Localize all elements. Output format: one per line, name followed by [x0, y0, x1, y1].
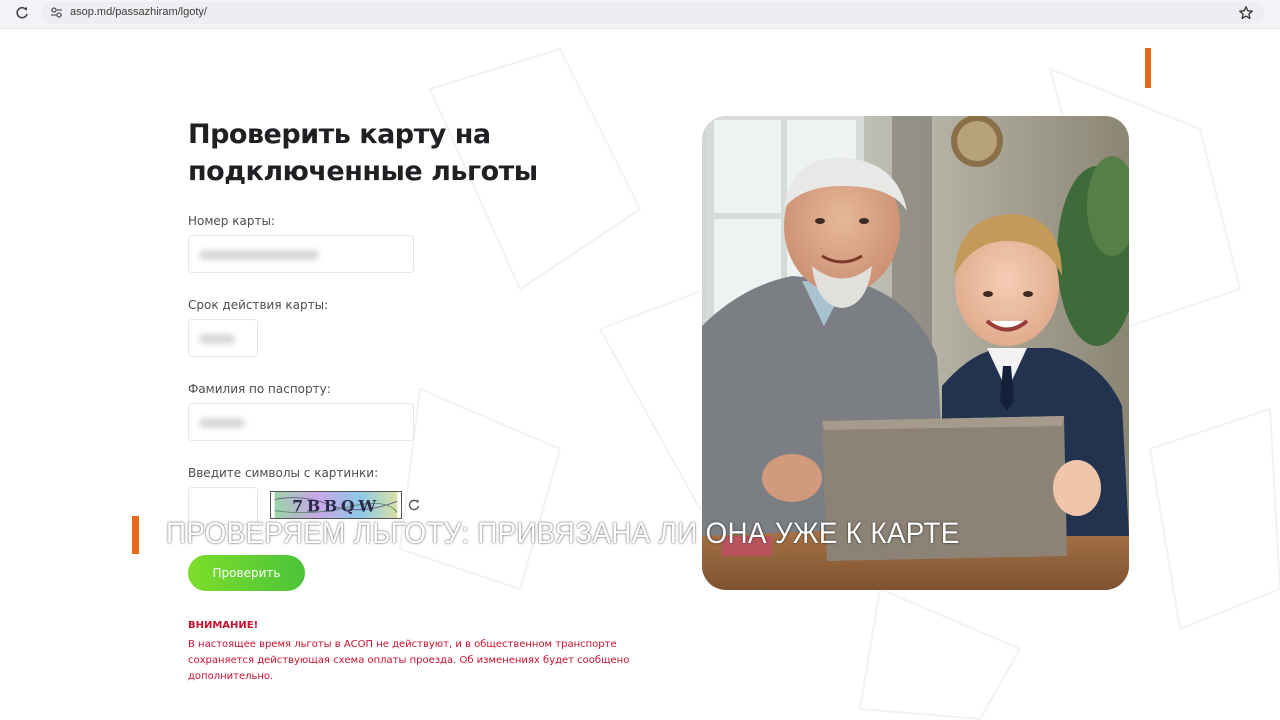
card-number-input[interactable]: [188, 235, 414, 273]
warning-text: В настоящее время льготы в АСОП не дейст…: [188, 639, 630, 682]
captcha-text: 7BBQW: [292, 497, 380, 516]
address-bar[interactable]: asop.md/passazhiram/lgoty/: [42, 2, 1264, 24]
surname-label: Фамилия по паспорту:: [188, 382, 331, 396]
expiry-label: Срок действия карты:: [188, 298, 329, 312]
masked-value: [199, 250, 319, 260]
warning-title: ВНИМАНИЕ!: [188, 620, 259, 631]
caption-accent-bar: [132, 516, 139, 554]
browser-toolbar: asop.md/passazhiram/lgoty/: [0, 0, 1280, 29]
reload-icon[interactable]: [14, 5, 30, 21]
captcha-label: Введите символы с картинки:: [188, 466, 379, 480]
video-caption: ПРОВЕРЯЕМ ЛЬГОТУ: ПРИВЯЗАНА ЛИ ОНА УЖЕ К…: [166, 517, 960, 550]
accent-bar: [1145, 48, 1151, 88]
expiry-input[interactable]: [188, 319, 258, 357]
url-text[interactable]: asop.md/passazhiram/lgoty/: [70, 6, 207, 18]
masked-value: [199, 334, 235, 344]
site-settings-icon[interactable]: [50, 6, 63, 19]
masked-value: [199, 418, 245, 428]
check-button[interactable]: Проверить: [188, 555, 305, 591]
page-title: Проверить карту на подключенные льготы: [188, 119, 538, 187]
refresh-captcha-icon[interactable]: [407, 498, 421, 512]
card-number-label: Номер карты:: [188, 214, 275, 228]
bookmark-star-icon[interactable]: [1238, 5, 1254, 21]
surname-input[interactable]: [188, 403, 414, 441]
